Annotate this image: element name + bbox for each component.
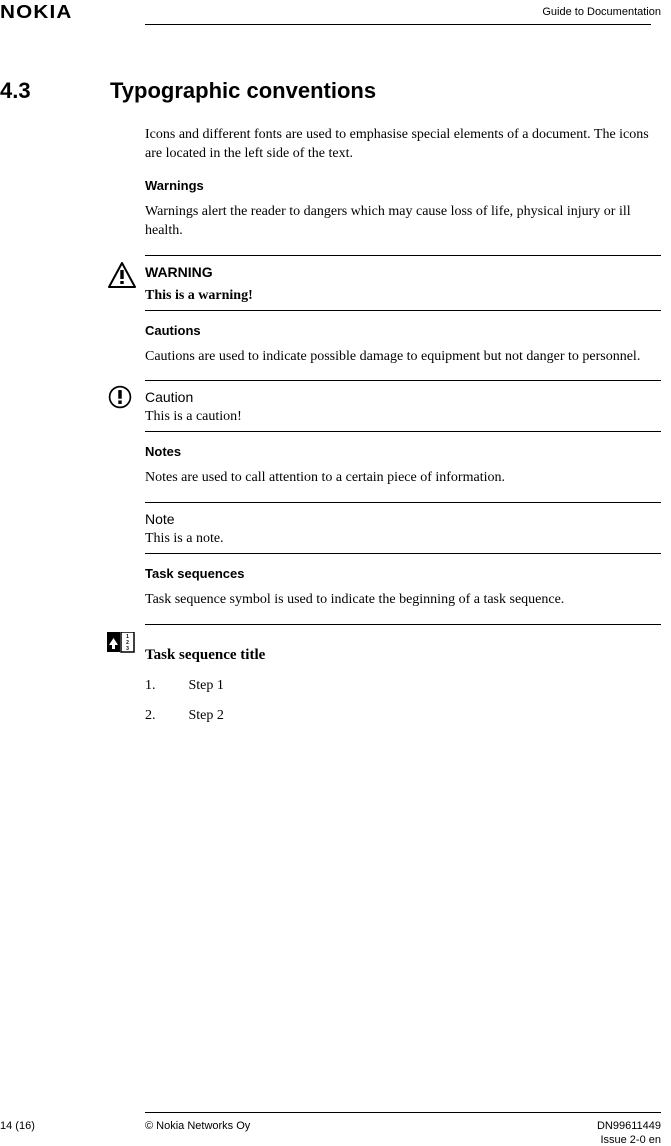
task-sequence-icon: 1 2 3 xyxy=(107,632,137,654)
step-text: Step 1 xyxy=(189,678,224,693)
warning-triangle-icon xyxy=(107,261,137,291)
note-callout-text: This is a note. xyxy=(145,531,661,547)
warnings-heading: Warnings xyxy=(145,178,661,193)
section-number: 4.3 xyxy=(0,78,31,104)
warning-callout: WARNING This is a warning! xyxy=(145,255,661,311)
caution-callout: Caution This is a caution! xyxy=(145,380,661,432)
doc-id: DN99611449 xyxy=(597,1120,661,1132)
step-number: 2. xyxy=(145,708,185,724)
section-title: Typographic conventions xyxy=(110,78,376,104)
header-rule xyxy=(145,24,651,25)
task-step-2: 2. Step 2 xyxy=(145,708,661,724)
nokia-logo: NOKIA xyxy=(0,2,72,23)
task-sequence-block: 1 2 3 Task sequence title 1. Step 1 2. S… xyxy=(145,624,661,724)
note-callout-heading: Note xyxy=(145,511,661,527)
notes-heading: Notes xyxy=(145,444,661,459)
tasks-desc: Task sequence symbol is used to indicate… xyxy=(145,591,661,610)
guide-label: Guide to Documentation xyxy=(542,6,661,18)
page-number: 14 (16) xyxy=(0,1120,35,1132)
caution-callout-text: This is a caution! xyxy=(145,409,661,425)
cautions-heading: Cautions xyxy=(145,323,661,338)
svg-text:3: 3 xyxy=(126,646,129,652)
footer-rule xyxy=(145,1112,661,1113)
tasks-heading: Task sequences xyxy=(145,566,661,581)
warnings-desc: Warnings alert the reader to dangers whi… xyxy=(145,203,661,241)
issue: Issue 2-0 en xyxy=(600,1134,661,1146)
task-step-1: 1. Step 1 xyxy=(145,678,661,694)
caution-callout-heading: Caution xyxy=(145,389,661,405)
cautions-desc: Cautions are used to indicate possible d… xyxy=(145,348,661,367)
note-callout: Note This is a note. xyxy=(145,502,661,554)
caution-circle-icon xyxy=(107,384,137,414)
step-number: 1. xyxy=(145,678,185,694)
copyright: © Nokia Networks Oy xyxy=(145,1120,250,1132)
step-text: Step 2 xyxy=(189,708,224,723)
intro-paragraph: Icons and different fonts are used to em… xyxy=(145,126,661,164)
warning-callout-heading: WARNING xyxy=(145,264,661,280)
warning-callout-text: This is a warning! xyxy=(145,288,661,304)
task-sequence-title: Task sequence title xyxy=(145,647,661,664)
notes-desc: Notes are used to call attention to a ce… xyxy=(145,469,661,488)
